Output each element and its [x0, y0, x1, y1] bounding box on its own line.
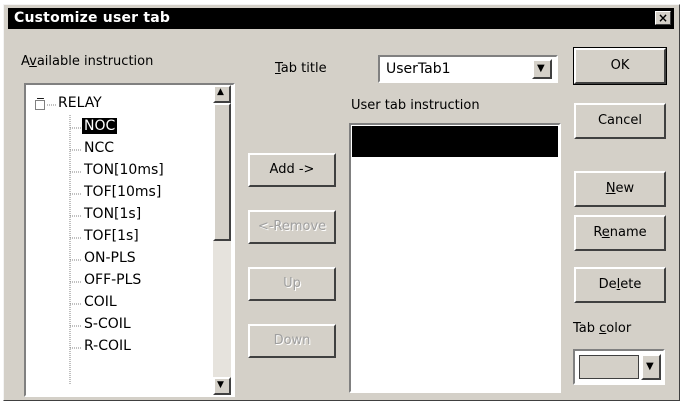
tab-title-dropdown-button[interactable]: ▼: [532, 59, 552, 79]
remove-button[interactable]: <-Remove: [248, 210, 336, 244]
tree-item[interactable]: TOF[1s]: [84, 228, 139, 244]
close-icon: ×: [657, 11, 669, 25]
tree-item[interactable]: NCC: [84, 140, 114, 156]
tree-item[interactable]: TON[10ms]: [84, 162, 164, 178]
tree-item[interactable]: COIL: [84, 294, 117, 310]
delete-button[interactable]: Delete: [574, 267, 666, 303]
new-button[interactable]: New: [574, 171, 666, 207]
tab-color-combobox[interactable]: ▼: [573, 349, 665, 385]
tab-title-label: Tab title: [275, 61, 327, 76]
tab-color-label: Tab color: [573, 321, 632, 336]
tab-title-value: UserTab1: [386, 61, 451, 77]
tree-item[interactable]: NOC: [82, 118, 118, 134]
ok-button[interactable]: OK: [573, 47, 667, 85]
tree-item[interactable]: R-COIL: [84, 338, 131, 354]
scroll-down-button[interactable]: ▼: [213, 377, 231, 395]
tab-color-swatch: [579, 355, 639, 379]
collapse-toggle-icon[interactable]: −: [35, 93, 46, 104]
rename-button[interactable]: Rename: [574, 215, 666, 251]
user-tab-instruction-list[interactable]: [349, 123, 561, 393]
add-button[interactable]: Add ->: [248, 153, 336, 187]
scroll-up-button[interactable]: ▲: [213, 85, 231, 103]
available-instruction-label: Available instruction: [21, 54, 154, 69]
chevron-down-icon: ▼: [646, 361, 654, 372]
close-button[interactable]: ×: [655, 11, 671, 25]
user-tab-instruction-label: User tab instruction: [351, 98, 480, 113]
tab-title-combobox[interactable]: UserTab1 ▼: [378, 55, 558, 83]
selected-row[interactable]: [352, 126, 558, 157]
up-button[interactable]: Up: [248, 267, 336, 301]
tree-item[interactable]: TON[1s]: [84, 206, 141, 222]
tree-root-relay[interactable]: RELAY: [58, 95, 102, 111]
scroll-up-icon: ▲: [217, 87, 224, 97]
customize-user-tab-dialog: Customize user tab × Available instructi…: [3, 4, 680, 401]
cancel-button[interactable]: Cancel: [574, 103, 666, 139]
tree-item[interactable]: TOF[10ms]: [84, 184, 161, 200]
down-button[interactable]: Down: [248, 324, 336, 358]
available-instruction-tree[interactable]: − RELAY NOC NCC TON[10ms] TOF[10ms] TON[1s] T…: [24, 83, 235, 397]
scroll-down-icon: ▼: [217, 380, 224, 390]
tree-item[interactable]: ON-PLS: [84, 250, 136, 266]
tree-scrollbar[interactable]: ▲ ▼: [213, 85, 231, 395]
tree-item[interactable]: OFF-PLS: [84, 272, 141, 288]
chevron-down-icon: ▼: [537, 63, 545, 74]
dialog-title: Customize user tab: [14, 10, 171, 26]
tree-item[interactable]: S-COIL: [84, 316, 131, 332]
title-bar: Customize user tab ×: [8, 8, 674, 29]
scroll-thumb[interactable]: [213, 103, 231, 241]
tab-color-dropdown-button[interactable]: ▼: [641, 354, 661, 380]
